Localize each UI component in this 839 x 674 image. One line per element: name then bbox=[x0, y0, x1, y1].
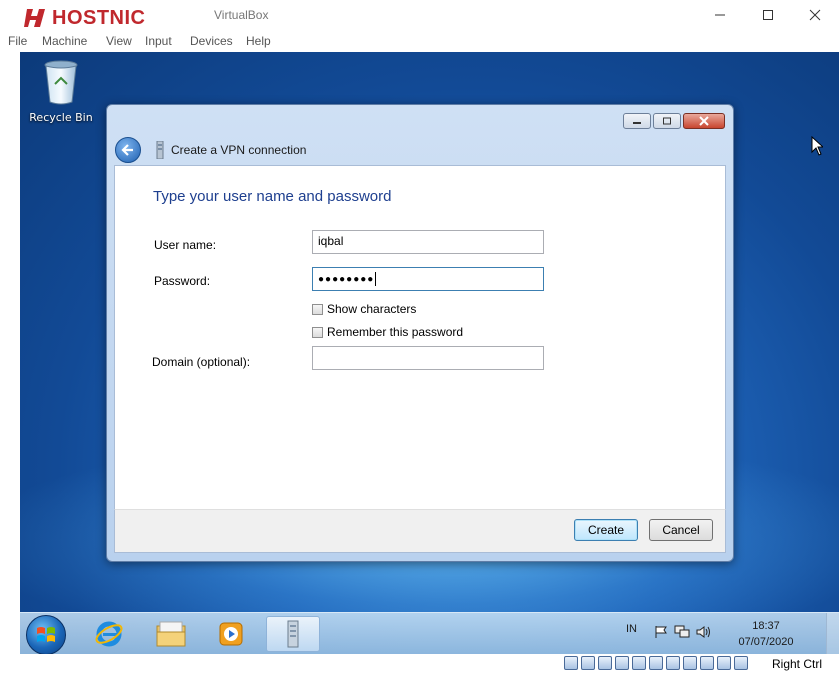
host-statusbar: Right Ctrl bbox=[0, 654, 839, 674]
clock-date: 07/07/2020 bbox=[738, 636, 794, 648]
password-value: ●●●●●●●● bbox=[318, 274, 375, 285]
show-characters-checkbox[interactable] bbox=[312, 303, 323, 315]
text-caret bbox=[375, 271, 377, 286]
menu-file[interactable]: File bbox=[8, 34, 27, 48]
host-close-button[interactable] bbox=[795, 4, 835, 26]
create-button[interactable]: Create bbox=[574, 519, 638, 541]
minimize-icon bbox=[715, 14, 725, 16]
action-center-flag-icon[interactable] bbox=[654, 625, 668, 642]
host-titlebar: HOSTNIC VirtualBox bbox=[0, 0, 839, 30]
taskbar-media-player[interactable] bbox=[204, 616, 258, 652]
system-tray bbox=[654, 625, 718, 642]
taskbar-internet-explorer[interactable] bbox=[82, 616, 136, 652]
maximize-icon bbox=[663, 117, 671, 125]
keyboard-capture-icon[interactable] bbox=[734, 656, 748, 670]
show-characters-row[interactable]: Show characters bbox=[312, 302, 416, 316]
host-key-label: Right Ctrl bbox=[772, 657, 823, 671]
dialog-window-controls bbox=[621, 113, 725, 129]
statusbar-device-icons bbox=[564, 656, 751, 670]
remember-password-checkbox[interactable] bbox=[312, 326, 323, 338]
optical-drive-icon[interactable] bbox=[581, 656, 595, 670]
network-tray-icon[interactable] bbox=[674, 625, 690, 642]
menu-machine[interactable]: Machine bbox=[42, 34, 87, 48]
close-icon bbox=[699, 116, 709, 126]
cancel-button[interactable]: Cancel bbox=[649, 519, 713, 541]
taskbar: IN 18:37 07/07/2020 bbox=[20, 612, 839, 654]
host-menubar: File Machine View Input Devices Help bbox=[0, 30, 839, 52]
vpn-dialog: Create a VPN connection Type your user n… bbox=[106, 104, 734, 562]
hard-disk-icon[interactable] bbox=[564, 656, 578, 670]
dialog-body: Type your user name and password User na… bbox=[114, 165, 726, 510]
domain-label: Domain (optional): bbox=[152, 355, 251, 369]
minimize-icon bbox=[633, 122, 641, 124]
desktop-icon-recycle-bin[interactable]: Recycle Bin bbox=[26, 58, 96, 124]
internet-explorer-icon bbox=[95, 621, 123, 647]
remember-password-row[interactable]: Remember this password bbox=[312, 325, 463, 339]
maximize-icon bbox=[763, 10, 773, 20]
menu-view[interactable]: View bbox=[106, 34, 132, 48]
virtualization-icon[interactable] bbox=[700, 656, 714, 670]
show-desktop-button[interactable] bbox=[826, 613, 839, 654]
tray-clock[interactable]: 18:37 07/07/2020 bbox=[726, 618, 806, 650]
desktop-icon-label: Recycle Bin bbox=[29, 111, 93, 124]
password-label: Password: bbox=[154, 274, 211, 288]
taskbar-file-explorer[interactable] bbox=[144, 616, 198, 652]
username-input[interactable]: iqbal bbox=[312, 230, 544, 254]
clock-time: 18:37 bbox=[752, 620, 780, 632]
shared-folders-icon[interactable] bbox=[649, 656, 663, 670]
hostnic-logo-icon bbox=[24, 9, 45, 27]
language-indicator[interactable]: IN bbox=[626, 623, 637, 635]
dialog-close-button[interactable] bbox=[683, 113, 725, 129]
dialog-footer: Create Cancel bbox=[114, 509, 726, 553]
dialog-maximize-button[interactable] bbox=[653, 113, 681, 129]
menu-devices[interactable]: Devices bbox=[190, 34, 233, 48]
host-window-title: VirtualBox bbox=[214, 8, 269, 22]
recycle-bin-icon bbox=[44, 60, 78, 105]
host-maximize-button[interactable] bbox=[748, 4, 788, 26]
dialog-header: Create a VPN connection bbox=[115, 135, 725, 165]
media-player-icon bbox=[219, 622, 243, 646]
display-icon[interactable] bbox=[666, 656, 680, 670]
network-connections-icon bbox=[287, 620, 299, 648]
close-icon bbox=[809, 9, 821, 21]
dialog-minimize-button[interactable] bbox=[623, 113, 651, 129]
username-value: iqbal bbox=[318, 234, 344, 248]
brand-name: HOSTNIC bbox=[52, 6, 146, 29]
usb-icon[interactable] bbox=[632, 656, 646, 670]
username-label: User name: bbox=[154, 238, 217, 252]
page-heading: Type your user name and password bbox=[153, 188, 392, 205]
remember-password-label: Remember this password bbox=[327, 325, 464, 339]
file-explorer-icon bbox=[156, 621, 186, 647]
back-arrow-icon bbox=[121, 144, 133, 156]
network-adapter-icon[interactable] bbox=[615, 656, 629, 670]
taskbar-network-connections[interactable] bbox=[266, 616, 320, 652]
menu-help[interactable]: Help bbox=[246, 34, 271, 48]
brand-logo: HOSTNIC bbox=[24, 6, 146, 30]
mouse-integration-icon[interactable] bbox=[717, 656, 731, 670]
menu-input[interactable]: Input bbox=[145, 34, 172, 48]
show-characters-label: Show characters bbox=[327, 302, 417, 316]
back-button[interactable] bbox=[115, 137, 141, 163]
dialog-title: Create a VPN connection bbox=[171, 143, 307, 157]
video-capture-icon[interactable] bbox=[683, 656, 697, 670]
network-connection-icon bbox=[156, 141, 164, 159]
audio-icon[interactable] bbox=[598, 656, 612, 670]
password-input[interactable]: ●●●●●●●● bbox=[312, 267, 544, 291]
mouse-cursor-icon bbox=[811, 136, 823, 156]
start-orb-icon bbox=[37, 627, 55, 642]
domain-input[interactable] bbox=[312, 346, 544, 370]
host-minimize-button[interactable] bbox=[700, 4, 740, 26]
volume-icon[interactable] bbox=[696, 625, 712, 642]
start-button[interactable] bbox=[26, 615, 66, 654]
guest-desktop: Recycle Bin Create a VPN connection Type… bbox=[20, 52, 839, 654]
